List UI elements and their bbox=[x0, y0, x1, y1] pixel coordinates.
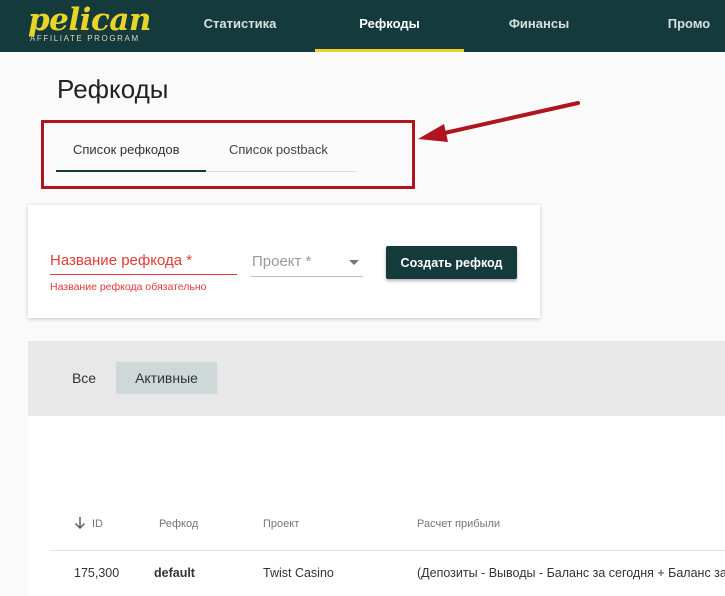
nav-item-finances[interactable]: Финансы bbox=[484, 0, 594, 52]
nav-active-indicator bbox=[315, 49, 464, 52]
column-header-refcode[interactable]: Рефкод bbox=[159, 518, 198, 530]
nav-item-statistics[interactable]: Статистика bbox=[185, 0, 295, 52]
project-select[interactable]: Проект * bbox=[252, 253, 311, 270]
project-select-underline bbox=[251, 276, 363, 277]
top-navigation-bar: pelican AFFILIATE PROGRAM Статистика Реф… bbox=[0, 0, 725, 52]
refcode-name-input[interactable]: Название рефкода * bbox=[50, 252, 192, 269]
filter-active-button[interactable]: Активные bbox=[116, 362, 217, 394]
create-refcode-button[interactable]: Создать рефкод bbox=[386, 246, 517, 279]
refcode-name-error: Название рефкода обязательно bbox=[50, 281, 207, 293]
logo-wordmark: pelican bbox=[28, 2, 151, 38]
chevron-down-icon[interactable] bbox=[349, 260, 359, 265]
column-header-profit-formula[interactable]: Расчет прибыли bbox=[417, 518, 500, 530]
annotation-arrow-icon bbox=[418, 101, 580, 142]
nav-item-promo[interactable]: Промо bbox=[646, 0, 725, 52]
column-header-id[interactable]: ID bbox=[92, 518, 103, 530]
table-header-divider bbox=[50, 550, 725, 551]
arrow-down-sort-icon[interactable] bbox=[74, 516, 86, 530]
table-row-project: Twist Casino bbox=[263, 566, 334, 580]
column-header-project[interactable]: Проект bbox=[263, 518, 299, 530]
table-row-id: 175,300 bbox=[74, 566, 120, 580]
table-row-refcode[interactable]: default bbox=[154, 566, 195, 580]
nav-item-refcodes[interactable]: Рефкоды bbox=[315, 0, 464, 52]
pelican-logo[interactable]: pelican AFFILIATE PROGRAM bbox=[28, 2, 151, 47]
refcode-name-underline bbox=[50, 274, 237, 275]
logo-tagline: AFFILIATE PROGRAM bbox=[30, 34, 140, 43]
annotation-highlight-box bbox=[41, 120, 415, 189]
page-title: Рефкоды bbox=[57, 74, 169, 104]
table-row-profit-formula: (Депозиты - Выводы - Баланс за сегодня +… bbox=[417, 566, 725, 580]
filter-all-button[interactable]: Все bbox=[58, 362, 110, 394]
